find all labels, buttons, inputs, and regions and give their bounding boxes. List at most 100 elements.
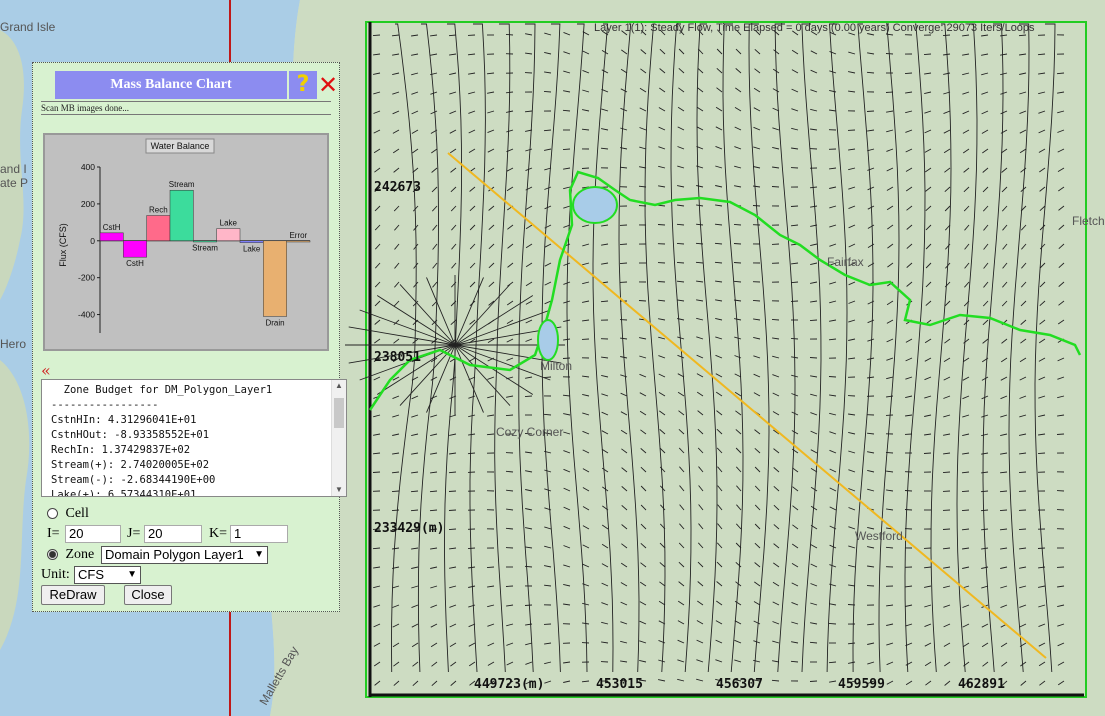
- redraw-button[interactable]: ReDraw: [41, 585, 105, 605]
- flow-arrow: [904, 72, 913, 75]
- place-label: Cozy Corner: [496, 425, 563, 439]
- place-label: Fairfax: [827, 255, 864, 269]
- budget-scrollbar[interactable]: ▲ ▼: [331, 380, 346, 496]
- flow-arrow: [372, 471, 381, 473]
- flow-arrow: [467, 547, 476, 550]
- i-input[interactable]: 20: [65, 525, 121, 543]
- flow-arrow: [448, 528, 457, 531]
- flow-arrow: [771, 186, 780, 188]
- flow-arrow: [771, 318, 780, 321]
- bar: [169, 189, 194, 242]
- y-tick-label: -400: [78, 310, 95, 320]
- collapse-icon[interactable]: «: [41, 361, 51, 380]
- place-label: Grand Isle: [0, 20, 56, 34]
- place-label: and I: [0, 162, 27, 176]
- flow-arrow: [828, 376, 837, 378]
- flow-arrow: [923, 53, 932, 56]
- bar: [123, 240, 147, 258]
- flow-arrow: [524, 604, 533, 606]
- flow-arrow: [676, 261, 685, 264]
- flow-arrow: [733, 223, 742, 226]
- flow-arrow: [942, 528, 951, 530]
- k-input[interactable]: 1: [230, 525, 288, 543]
- flow-arrow: [809, 680, 818, 682]
- zone-budget-textarea[interactable]: Zone Budget for DM_Polygon_Layer1 ------…: [41, 379, 347, 497]
- bar: [99, 232, 124, 242]
- flow-arrow: [676, 242, 685, 245]
- flow-arrow: [790, 337, 799, 340]
- scroll-down-icon[interactable]: ▼: [332, 484, 346, 496]
- zone-radio[interactable]: [47, 549, 58, 561]
- zone-select-value: Domain Polygon Layer1: [105, 547, 244, 562]
- y-tick-label: 200: [81, 199, 95, 209]
- flow-arrow: [1018, 528, 1027, 531]
- bar: [193, 240, 217, 243]
- flow-arrow: [923, 452, 932, 454]
- y-coordinate-label: 242673: [374, 180, 421, 195]
- cell-radio[interactable]: [47, 508, 58, 520]
- close-button[interactable]: Close: [124, 585, 172, 605]
- bar-label: Stream: [192, 243, 218, 252]
- y-coordinate-label: 233429(m): [374, 521, 444, 536]
- flow-arrow: [809, 357, 818, 359]
- flow-arrow: [942, 34, 951, 37]
- j-input[interactable]: 20: [144, 525, 202, 543]
- flow-arrow: [543, 90, 552, 93]
- k-label: K=: [209, 526, 228, 541]
- flow-arrow: [1056, 433, 1065, 435]
- bar-label: Drain: [265, 318, 284, 327]
- zone-select[interactable]: Domain Polygon Layer1 ▼: [101, 546, 268, 564]
- bar: [216, 228, 241, 242]
- panel-title[interactable]: Mass Balance Chart: [55, 71, 287, 99]
- unit-select[interactable]: CFS ▼: [74, 566, 141, 584]
- flow-arrow: [657, 224, 666, 226]
- flow-arrow: [961, 509, 970, 512]
- chart-bars: CstH CstH Rech Stream Stream Lake Lake Drain Err…: [99, 180, 311, 327]
- zone-budget-text: Zone Budget for DM_Polygon_Layer1 ------…: [51, 384, 273, 497]
- flow-arrow: [619, 262, 628, 265]
- flow-arrow: [999, 509, 1008, 512]
- flow-arrow: [752, 205, 761, 207]
- x-coordinate-label: 453015: [596, 677, 643, 692]
- flow-arrow: [866, 110, 875, 112]
- place-label: ate P: [0, 176, 28, 190]
- bar: [146, 215, 171, 242]
- flow-arrow: [828, 622, 837, 625]
- flow-arrow: [505, 414, 514, 417]
- flow-arrow: [961, 490, 970, 493]
- bar-label: Lake: [220, 219, 238, 228]
- close-icon[interactable]: ✕: [317, 71, 339, 99]
- flow-arrow: [448, 509, 457, 511]
- unit-select-value: CFS: [78, 567, 104, 582]
- bar-label: Lake: [243, 245, 261, 254]
- flow-arrow: [524, 395, 533, 398]
- bar-label: Rech: [149, 206, 168, 215]
- cell-radio-label: Cell: [65, 506, 89, 521]
- flow-arrow: [657, 281, 666, 283]
- bar: [263, 240, 287, 317]
- y-coordinate-label: 238051: [374, 350, 421, 365]
- flow-arrow: [733, 243, 742, 245]
- flow-arrow: [752, 299, 761, 302]
- place-label: Westford: [855, 529, 903, 543]
- flow-arrow: [638, 300, 647, 302]
- flow-arrow: [505, 585, 514, 587]
- chart-title: Water Balance: [151, 141, 210, 151]
- scan-status-message: Scan MB images done...: [41, 101, 331, 115]
- flow-arrow: [581, 167, 590, 169]
- unit-label: Unit:: [41, 567, 70, 582]
- y-axis-label: Flux (CFS): [58, 223, 68, 267]
- flow-arrow: [847, 604, 856, 606]
- flow-arrow: [885, 53, 894, 55]
- x-coordinate-label: 462891: [958, 677, 1005, 692]
- scroll-thumb[interactable]: [334, 398, 344, 428]
- flow-arrow: [391, 490, 400, 493]
- water-balance-chart: Water Balance Flux (CFS) 400 200 0 -200 -400…: [43, 133, 329, 351]
- help-button[interactable]: ?: [289, 71, 317, 99]
- flow-arrow: [505, 33, 514, 36]
- bar-label: CstH: [126, 259, 144, 268]
- scroll-up-icon[interactable]: ▲: [332, 380, 346, 392]
- y-tick-label: 400: [81, 162, 95, 172]
- bar: [239, 240, 264, 243]
- flow-arrow: [942, 471, 951, 474]
